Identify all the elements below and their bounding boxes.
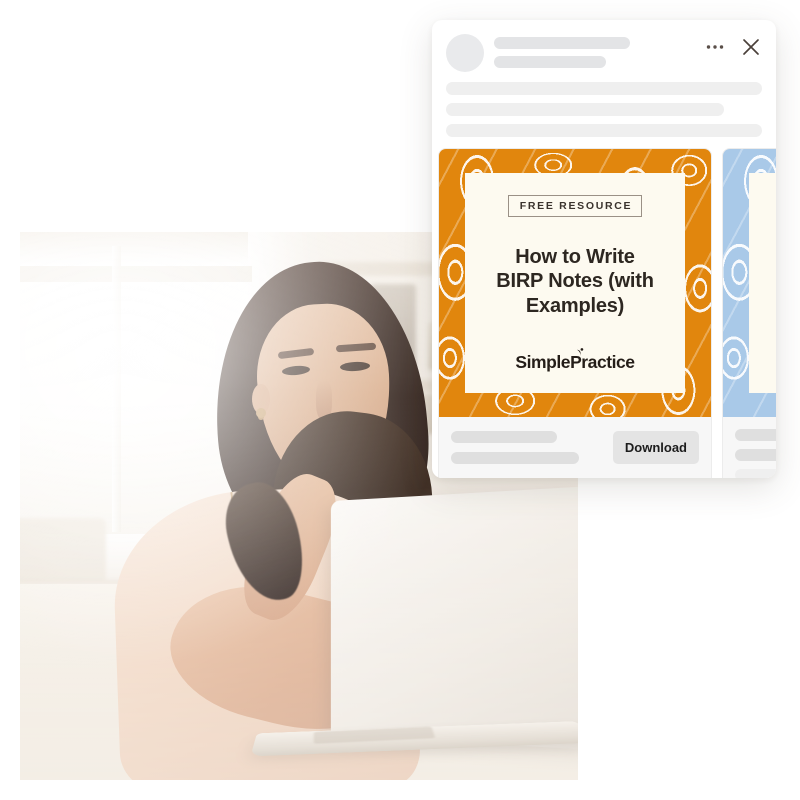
panel-body-placeholders [432, 72, 776, 137]
ellipsis-icon[interactable] [704, 36, 726, 58]
body-placeholder-line-1 [446, 82, 762, 95]
header-placeholder-line-1 [494, 37, 630, 49]
body-placeholder-line-3 [446, 124, 762, 137]
footer-placeholder-line-2 [451, 452, 579, 464]
photo-woman-earring [256, 408, 266, 418]
resource-card-secondary[interactable]: F [722, 148, 776, 478]
simplepractice-logo: SimplePractice [515, 352, 634, 373]
footer-secondary-placeholder-line-3 [735, 469, 776, 478]
screenshot-root: FREE RESOURCE How to Write BIRP Notes (w… [0, 0, 800, 800]
resource-cards-row: FREE RESOURCE How to Write BIRP Notes (w… [432, 148, 776, 478]
resource-card-artwork: FREE RESOURCE How to Write BIRP Notes (w… [439, 149, 711, 417]
header-placeholder-line-2 [494, 56, 606, 68]
download-button[interactable]: Download [613, 431, 699, 464]
close-icon[interactable] [740, 36, 762, 58]
resource-popup-panel: FREE RESOURCE How to Write BIRP Notes (w… [432, 20, 776, 478]
resource-card-title: How to Write BIRP Notes (with Examples) [496, 245, 654, 319]
photo-window-sill [20, 232, 248, 266]
panel-header-actions [704, 34, 762, 58]
photo-window-header [20, 266, 252, 282]
footer-secondary-placeholder-line-2 [735, 449, 776, 461]
footer-placeholder-group [451, 431, 603, 464]
resource-card-title-line-1: How to Write [496, 245, 654, 270]
sprout-icon [576, 348, 585, 356]
resource-card-artwork-secondary: F [723, 149, 776, 417]
body-placeholder-line-2 [446, 103, 724, 116]
resource-card-inner: FREE RESOURCE How to Write BIRP Notes (w… [465, 173, 685, 393]
panel-header [432, 20, 776, 72]
footer-secondary-placeholder-line-1 [735, 429, 776, 441]
photo-laptop-screen [331, 486, 578, 750]
resource-card-title-line-3: Examples) [496, 294, 654, 319]
avatar [446, 34, 484, 72]
resource-card-title-line-2: BIRP Notes (with [496, 269, 654, 294]
free-resource-badge: FREE RESOURCE [508, 195, 643, 217]
resource-card-footer-secondary [723, 417, 776, 478]
resource-card-inner-secondary: F [749, 173, 776, 393]
header-placeholder-group [494, 34, 694, 68]
footer-placeholder-line-1 [451, 431, 557, 443]
resource-card-birp-notes[interactable]: FREE RESOURCE How to Write BIRP Notes (w… [438, 148, 712, 478]
resource-card-footer: Download [439, 417, 711, 478]
photo-window-mullion [112, 246, 121, 532]
